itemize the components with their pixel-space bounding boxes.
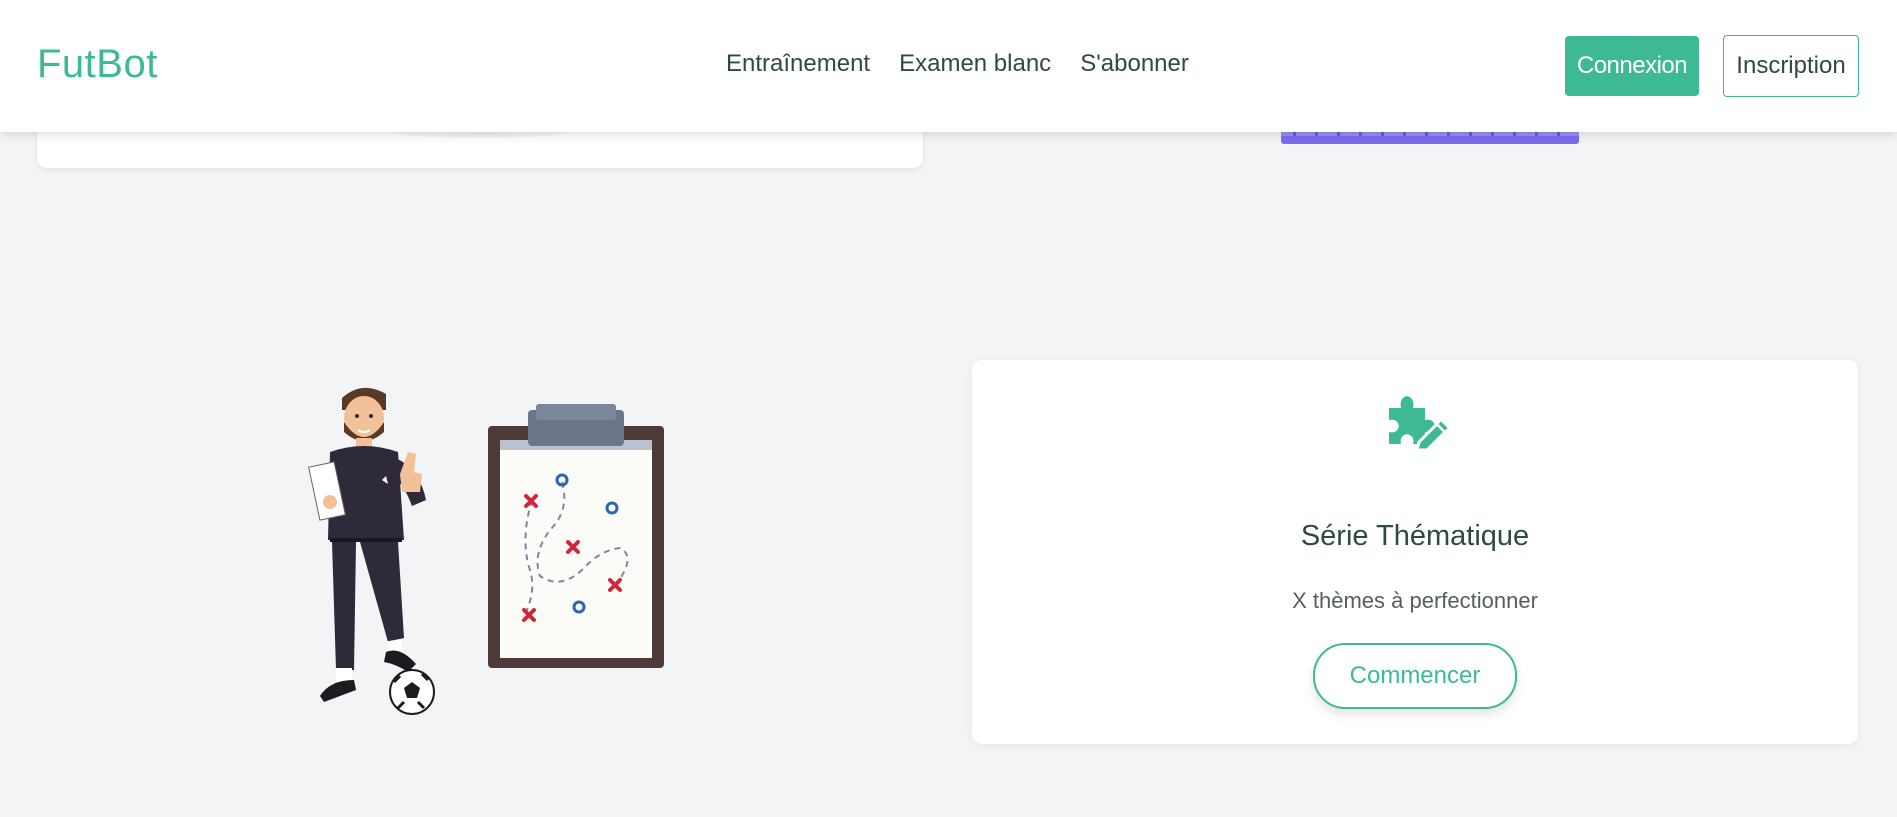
puzzle-pencil-icon bbox=[1389, 396, 1447, 450]
nav-links: Entraînement Examen blanc S'abonner bbox=[726, 50, 1189, 78]
signup-button[interactable]: Inscription bbox=[1723, 35, 1859, 97]
nav-examen-blanc[interactable]: Examen blanc bbox=[899, 50, 1051, 78]
nav-entrainement[interactable]: Entraînement bbox=[726, 50, 870, 78]
nav-sabonner[interactable]: S'abonner bbox=[1080, 50, 1189, 78]
start-button[interactable]: Commencer bbox=[1313, 643, 1517, 709]
coach-figure bbox=[308, 387, 435, 715]
feature-title: Série Thématique bbox=[1300, 520, 1530, 552]
feature-card-serie-thematique: Série Thématique X thèmes à perfectionne… bbox=[972, 360, 1858, 744]
navbar: FutBot Entraînement Examen blanc S'abonn… bbox=[0, 0, 1897, 132]
login-button[interactable]: Connexion bbox=[1565, 36, 1699, 96]
brand-logo[interactable]: FutBot bbox=[37, 42, 158, 87]
feature-subtitle: X thèmes à perfectionner bbox=[1292, 588, 1538, 613]
tactics-clipboard bbox=[488, 404, 664, 668]
coach-illustration bbox=[308, 387, 664, 715]
